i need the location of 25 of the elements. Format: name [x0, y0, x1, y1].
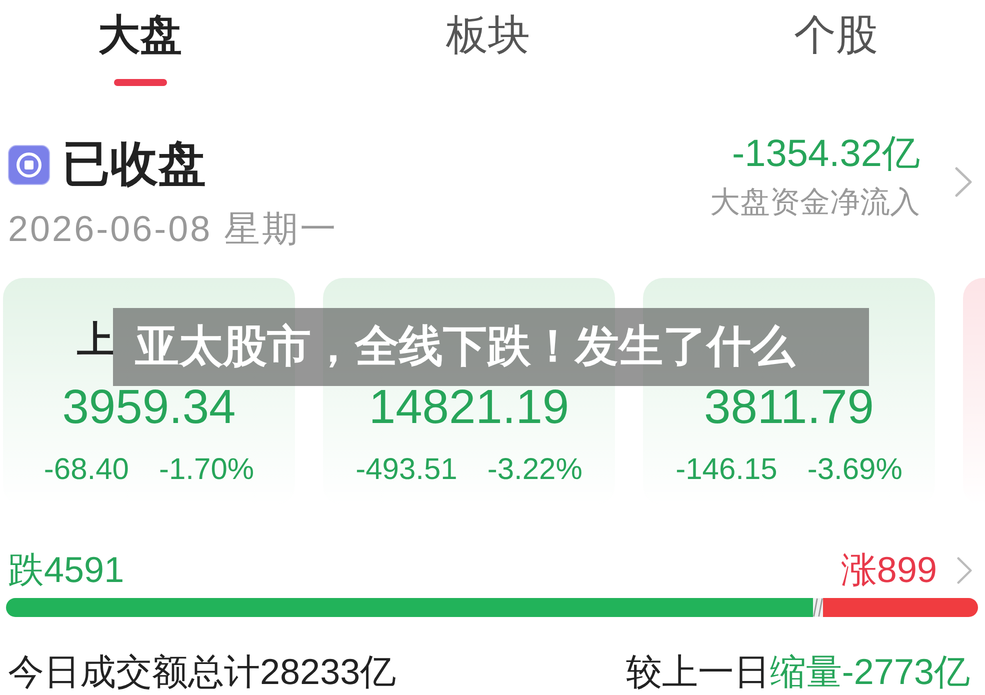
tab[interactable]: 板块	[446, 0, 530, 59]
market-status-title: 已收盘	[62, 137, 206, 193]
date-text: 2026-06-08 星期一	[8, 209, 338, 249]
index-change-percent: -1.70%	[159, 452, 254, 488]
chevron-right-icon	[957, 556, 972, 584]
net-flow-label: 大盘资金净流入	[710, 185, 920, 221]
index-change: -493.51	[356, 452, 458, 488]
decline-count: 跌4591	[8, 548, 124, 592]
index-change-percent: -3.22%	[487, 452, 582, 488]
headline-banner: 亚太股市，全线下跌！发生了什么	[113, 308, 869, 386]
index-change-percent: -3.69%	[807, 452, 902, 488]
underline-icon	[114, 79, 166, 86]
slash-icon	[812, 598, 823, 617]
net-flow-value: -1354.32亿	[732, 133, 920, 175]
chevron-right-icon	[955, 167, 972, 197]
advance-count: 涨899	[840, 548, 937, 592]
turnover-total: 今日成交额总计28233亿	[8, 652, 396, 692]
tab[interactable]: 大盘	[98, 0, 182, 86]
index-change: -68.40	[44, 452, 129, 488]
compare-label: 较上一日	[626, 652, 770, 692]
index-name: 上	[77, 318, 114, 362]
index-change: -146.15	[676, 452, 778, 488]
stop-icon	[8, 145, 50, 185]
tab[interactable]: 个股	[794, 0, 878, 59]
compare-value: 缩量-2773亿	[770, 652, 970, 692]
